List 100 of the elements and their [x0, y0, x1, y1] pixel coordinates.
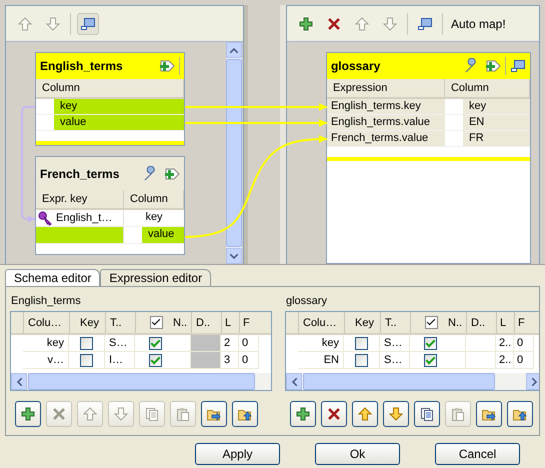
table-title: French_terms [40, 166, 120, 180]
dialog-button[interactable]: Cancel [435, 443, 520, 465]
expression-cell[interactable]: English_terms.value [326, 115, 445, 130]
column-header: Expr. key [36, 190, 124, 208]
cross-icon [326, 406, 342, 422]
table-cell: key [23, 335, 69, 352]
copy-button[interactable] [414, 401, 440, 427]
plus-icon [20, 406, 36, 422]
import-button[interactable] [476, 401, 502, 427]
table-title: glossary [330, 59, 380, 73]
checkbox[interactable] [149, 354, 162, 366]
table-cell[interactable]: value [142, 227, 184, 243]
export-button[interactable] [232, 401, 258, 427]
editor-tab[interactable]: Expression editor [100, 269, 212, 286]
add-output-icon[interactable] [157, 58, 175, 74]
table-cell: S… [380, 352, 410, 369]
delete-button[interactable] [321, 401, 347, 427]
move-up-button[interactable] [352, 401, 378, 427]
column-header: Column [36, 79, 184, 97]
add-output-icon[interactable] [162, 166, 180, 182]
key-expression: English_t… [56, 212, 112, 224]
column-header[interactable]: L [496, 312, 514, 333]
table-cell: v… [23, 352, 69, 369]
up-arrow-icon [82, 406, 98, 422]
add-button[interactable] [15, 401, 41, 427]
table-cell: S… [105, 335, 135, 352]
table-cell[interactable]: FR [462, 131, 530, 146]
table-cell[interactable]: key [54, 99, 184, 114]
auto-map-button[interactable]: Auto map! [448, 16, 508, 30]
table-cell: 3 [221, 352, 239, 369]
clipboard-icon [175, 406, 191, 422]
column-header[interactable]: T.. [105, 312, 135, 333]
empty-cell[interactable] [36, 227, 124, 243]
checkbox[interactable] [149, 336, 162, 350]
scroll-up-icon [230, 48, 238, 52]
down-arrow-icon [388, 406, 404, 422]
window-icon[interactable] [510, 58, 526, 74]
copy-icon [144, 406, 160, 422]
scroll-down-icon [230, 254, 238, 258]
checkbox[interactable] [424, 336, 437, 350]
horizontal-scrollbar[interactable] [286, 373, 539, 390]
column-header: Expression [326, 79, 445, 97]
column-header[interactable]: N.. [173, 316, 188, 328]
scroll-left-icon [16, 378, 22, 386]
table-cell: 2.. [496, 352, 514, 369]
table-cell[interactable]: key [462, 99, 530, 114]
checkbox[interactable] [150, 316, 163, 329]
move-down-button[interactable] [383, 401, 409, 427]
editor-tab[interactable]: Schema editor [5, 269, 100, 286]
table-cell: 0 [514, 335, 534, 352]
checkbox[interactable] [355, 336, 368, 350]
schema-title: glossary [285, 294, 328, 309]
column-header[interactable]: Key [69, 312, 105, 333]
checkbox[interactable] [424, 354, 437, 366]
table-cell: 2 [221, 335, 239, 352]
table-cell: 0 [239, 352, 259, 369]
checkbox[interactable] [355, 354, 368, 366]
up-arrow-icon [354, 16, 370, 32]
table-cell[interactable]: English_t… [36, 210, 124, 226]
dialog-button[interactable]: Apply [195, 443, 280, 465]
down-arrow-icon [45, 16, 61, 32]
clipboard-icon [450, 406, 466, 422]
copy-icon [419, 406, 435, 422]
dialog-button[interactable]: Ok [315, 443, 400, 465]
vertical-scrollbar[interactable] [226, 42, 242, 264]
column-header[interactable]: L [221, 312, 239, 333]
window-button[interactable] [77, 12, 99, 34]
import-button[interactable] [201, 401, 227, 427]
table-cell: EN [298, 352, 344, 369]
column-header[interactable]: N.. [448, 316, 462, 328]
up-arrow-icon [17, 16, 33, 32]
column-header[interactable]: T.. [380, 312, 410, 333]
column-header[interactable]: Colu… [298, 312, 344, 333]
export-button[interactable] [507, 401, 533, 427]
table-cell[interactable]: value [54, 115, 184, 130]
table-cell: 0 [239, 335, 259, 352]
column-header[interactable]: F [514, 312, 534, 333]
expression-cell[interactable]: French_terms.value [326, 131, 445, 146]
column-header[interactable]: Key [344, 312, 380, 333]
scroll-left-icon [292, 378, 296, 386]
add-button[interactable] [290, 401, 316, 427]
window-icon [80, 16, 96, 32]
scroll-right-icon [532, 378, 536, 386]
checkbox[interactable] [80, 336, 93, 350]
column-header[interactable]: Colu… [23, 312, 69, 333]
expression-cell[interactable]: English_terms.key [326, 99, 445, 114]
checkbox[interactable] [80, 354, 93, 366]
column-header[interactable]: D.. [191, 312, 221, 333]
plus-icon [295, 406, 311, 422]
table-cell[interactable]: key [124, 210, 184, 226]
column-header[interactable]: D.. [466, 312, 496, 333]
table-cell[interactable]: EN [462, 115, 530, 130]
plus-icon [298, 16, 314, 32]
up-arrow-icon [357, 406, 373, 422]
horizontal-scrollbar[interactable] [11, 373, 271, 390]
checkbox[interactable] [425, 316, 438, 329]
cross-icon [51, 406, 67, 422]
cross-icon [326, 16, 342, 32]
table-cell: key [298, 335, 344, 352]
column-header[interactable]: F [239, 312, 259, 333]
